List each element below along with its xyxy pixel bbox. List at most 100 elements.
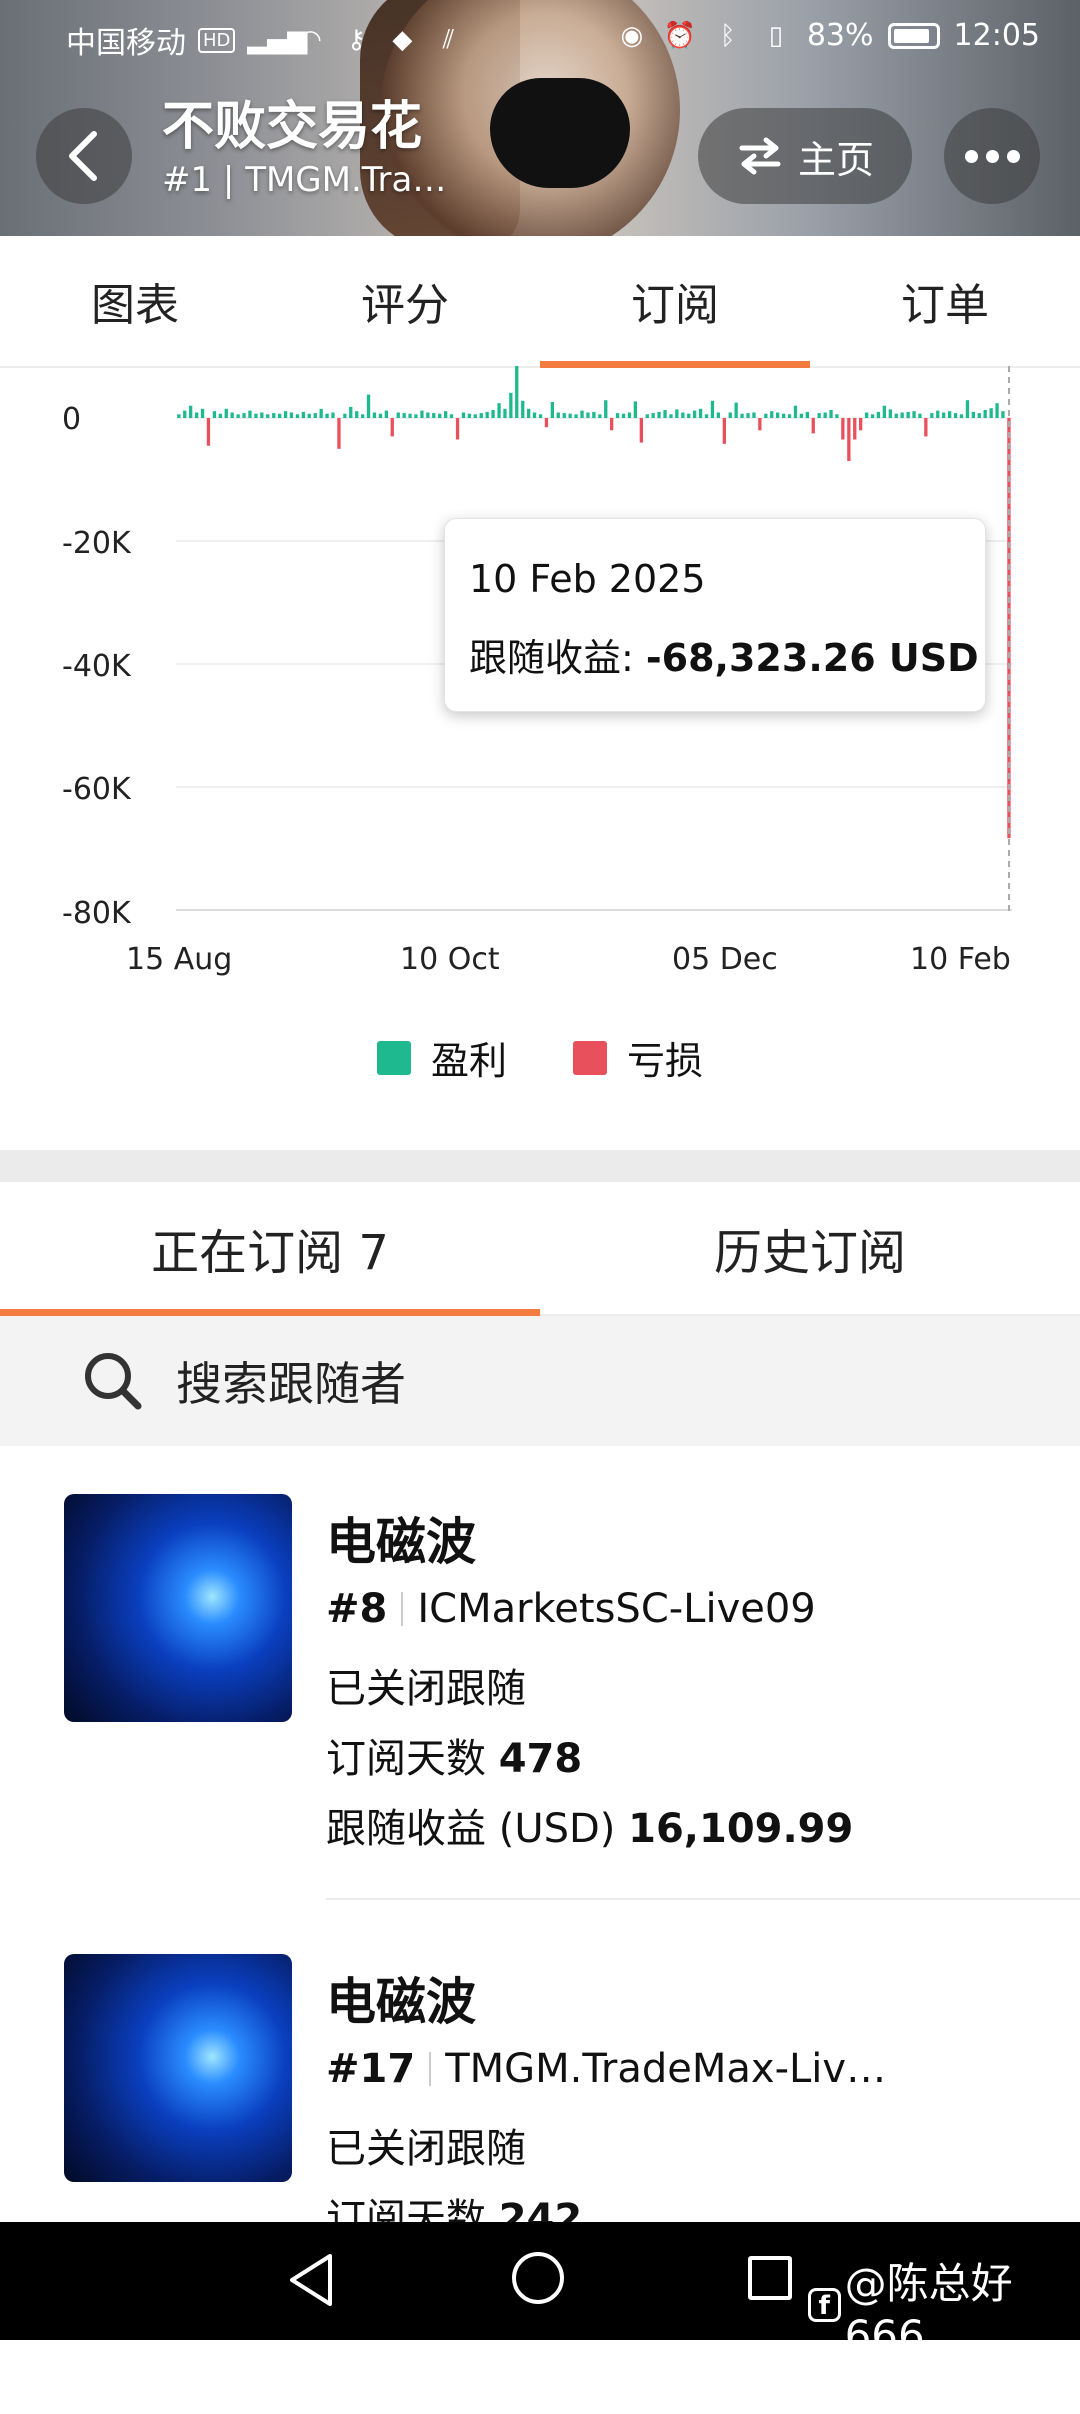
loss-bar[interactable]	[610, 418, 614, 431]
profit-bar[interactable]	[402, 413, 406, 418]
profit-bar[interactable]	[236, 414, 240, 418]
profit-bar[interactable]	[876, 411, 881, 419]
profit-bar[interactable]	[959, 414, 964, 418]
profit-bar[interactable]	[888, 409, 892, 418]
profit-bar[interactable]	[408, 413, 412, 418]
profit-bar[interactable]	[420, 410, 424, 418]
profit-bar[interactable]	[527, 408, 531, 418]
profit-bar[interactable]	[592, 411, 596, 419]
profit-bar[interactable]	[782, 413, 786, 418]
profit-chart[interactable]: 0 -20K -40K -60K -80K 15 Aug 10 Oct 05 D…	[0, 366, 1080, 1126]
tab-active-subscriptions[interactable]: 正在订阅 7	[0, 1182, 540, 1316]
profit-bar[interactable]	[770, 411, 774, 418]
profit-bar[interactable]	[633, 401, 637, 418]
profit-bar[interactable]	[532, 412, 537, 419]
loss-bar[interactable]	[455, 418, 460, 440]
profit-bar[interactable]	[693, 410, 697, 418]
profit-bar[interactable]	[942, 412, 946, 419]
more-options-button[interactable]	[944, 108, 1040, 204]
profit-bar[interactable]	[242, 413, 246, 418]
loss-bar[interactable]	[853, 418, 857, 440]
loss-bar[interactable]	[859, 418, 863, 431]
profit-bar[interactable]	[615, 413, 620, 418]
profit-bar[interactable]	[829, 410, 833, 418]
profit-bar[interactable]	[521, 400, 525, 418]
tab-history-subscriptions[interactable]: 历史订阅	[540, 1182, 1080, 1314]
profit-bar[interactable]	[900, 412, 904, 419]
tab-rating[interactable]: 评分	[270, 236, 540, 366]
profit-bar[interactable]	[414, 414, 418, 418]
profit-bar[interactable]	[467, 413, 471, 418]
legend-item-loss[interactable]: 亏损	[573, 1030, 703, 1085]
profit-bar[interactable]	[598, 414, 602, 418]
profit-bar[interactable]	[669, 414, 673, 418]
profit-bar[interactable]	[740, 413, 744, 418]
profit-bar[interactable]	[965, 400, 970, 418]
profit-bar[interactable]	[835, 414, 839, 418]
loss-bar[interactable]	[841, 418, 845, 440]
loss-bar[interactable]	[206, 418, 211, 446]
profit-bar[interactable]	[366, 394, 371, 418]
profit-bar[interactable]	[568, 413, 572, 418]
profit-bar[interactable]	[918, 413, 922, 418]
profit-bar[interactable]	[248, 410, 252, 418]
profit-bar[interactable]	[580, 410, 584, 418]
profit-bar[interactable]	[301, 411, 305, 419]
profit-bar[interactable]	[355, 411, 359, 418]
profit-bar[interactable]	[663, 410, 667, 418]
profit-bar[interactable]	[675, 409, 679, 418]
profit-bar[interactable]	[295, 414, 300, 418]
profit-bar[interactable]	[882, 405, 886, 418]
profit-bar[interactable]	[912, 411, 916, 418]
profit-bar[interactable]	[266, 414, 270, 418]
loss-bar[interactable]	[924, 418, 928, 437]
profit-bar[interactable]	[870, 414, 875, 418]
tab-orders[interactable]: 订单	[810, 236, 1080, 366]
profit-bar[interactable]	[361, 414, 365, 418]
profit-bar[interactable]	[200, 408, 205, 418]
legend-item-profit[interactable]: 盈利	[376, 1030, 507, 1085]
profit-bar[interactable]	[1001, 411, 1005, 418]
profit-bar[interactable]	[704, 414, 709, 418]
profit-bar[interactable]	[461, 412, 466, 419]
profit-bar[interactable]	[331, 412, 335, 419]
profit-bar[interactable]	[313, 413, 317, 418]
profit-bar[interactable]	[438, 413, 442, 418]
profit-bar[interactable]	[556, 412, 560, 419]
profit-bar[interactable]	[503, 408, 507, 418]
profit-bar[interactable]	[183, 410, 187, 418]
profit-bar[interactable]	[971, 411, 975, 419]
profit-bar[interactable]	[212, 411, 217, 418]
profit-bar[interactable]	[449, 414, 454, 418]
profit-bar[interactable]	[550, 402, 554, 418]
profit-bar[interactable]	[384, 410, 388, 418]
profit-bar[interactable]	[698, 408, 703, 418]
profit-bar[interactable]	[906, 411, 910, 419]
tab-subscription[interactable]: 订阅	[540, 236, 810, 368]
profit-bar[interactable]	[764, 413, 768, 418]
profit-bar[interactable]	[177, 414, 181, 418]
profit-bar[interactable]	[218, 413, 222, 418]
loss-bar[interactable]	[811, 418, 815, 434]
profit-bar[interactable]	[283, 411, 288, 418]
profit-bar[interactable]	[627, 412, 632, 419]
loss-bar[interactable]	[544, 418, 549, 428]
profit-bar[interactable]	[307, 413, 311, 418]
profit-bar[interactable]	[586, 412, 590, 419]
profit-bar[interactable]	[977, 413, 981, 418]
nav-home-icon[interactable]	[512, 2252, 564, 2304]
profit-bar[interactable]	[349, 406, 353, 418]
profit-bar[interactable]	[378, 413, 383, 418]
profit-bar[interactable]	[230, 412, 234, 419]
profit-bar[interactable]	[793, 405, 798, 418]
profit-bar[interactable]	[787, 414, 792, 418]
profit-bar[interactable]	[817, 413, 821, 418]
profit-bar[interactable]	[687, 413, 691, 418]
profit-bar[interactable]	[651, 413, 655, 418]
profit-bar[interactable]	[372, 412, 377, 419]
profit-bar[interactable]	[823, 412, 827, 419]
back-button[interactable]	[36, 108, 132, 204]
profit-bar[interactable]	[799, 413, 803, 418]
profit-bar[interactable]	[989, 408, 993, 418]
profit-bar[interactable]	[195, 412, 199, 419]
